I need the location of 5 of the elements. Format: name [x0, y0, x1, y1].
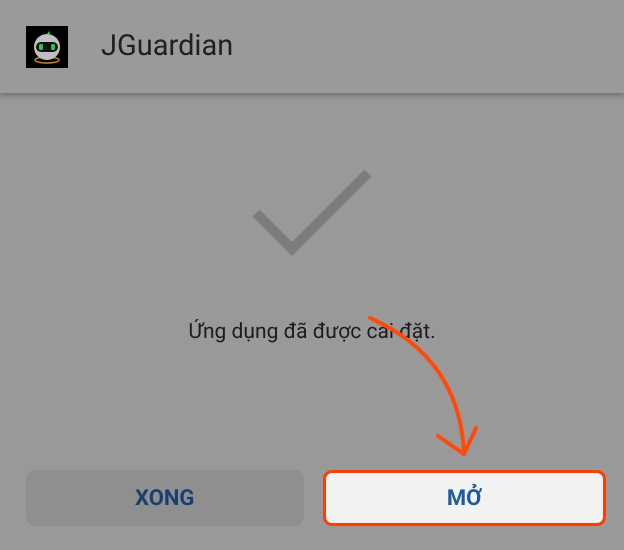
robot-icon	[26, 26, 68, 68]
action-button[interactable]: MỞ	[322, 470, 606, 526]
app-title: JGuardian	[101, 28, 234, 65]
action-button[interactable]: XONG	[26, 470, 304, 526]
checkmark-icon	[252, 169, 372, 257]
